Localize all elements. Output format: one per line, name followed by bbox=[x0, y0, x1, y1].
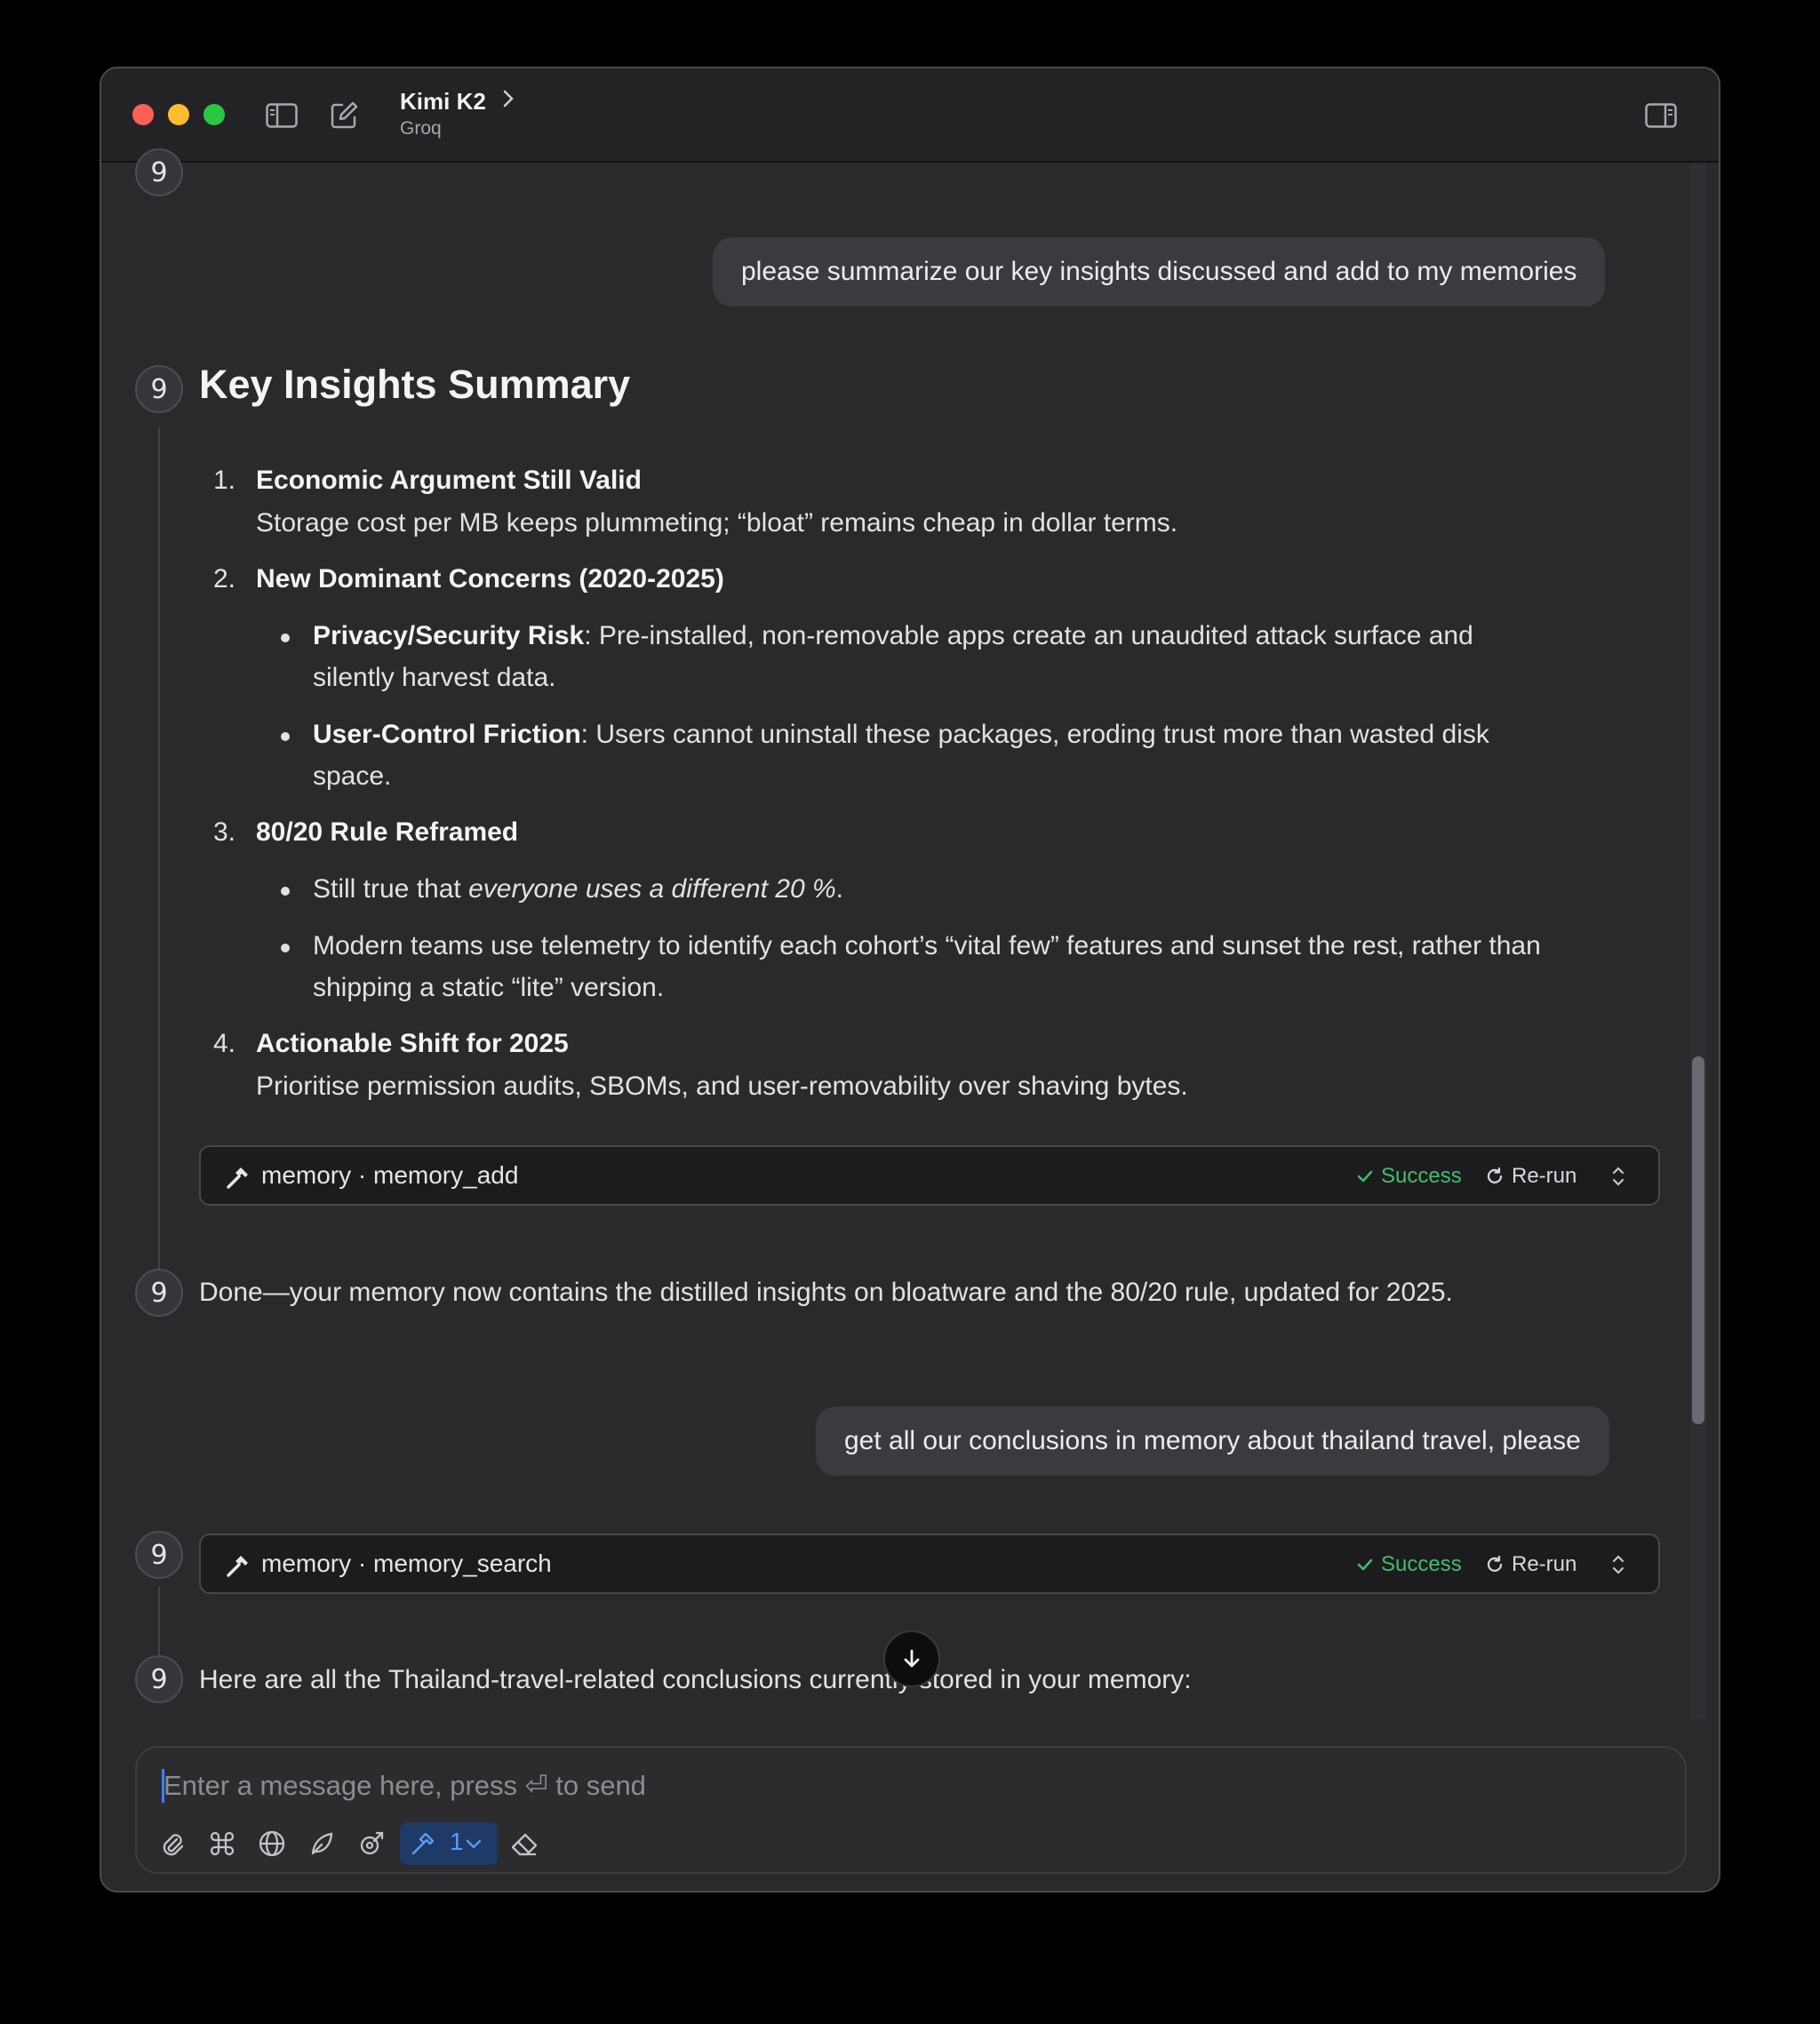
tool-status-badge: Success bbox=[1356, 1552, 1462, 1577]
hammer-icon bbox=[227, 1556, 248, 1577]
message-composer: 1 bbox=[135, 1746, 1687, 1874]
assistant-avatar: 9 bbox=[135, 148, 183, 196]
new-chat-icon[interactable] bbox=[326, 98, 362, 133]
assistant-avatar: 9 bbox=[135, 365, 183, 413]
insight-title: Economic Argument Still Valid bbox=[256, 466, 642, 495]
insight-body: Prioritise permission audits, SBOMs, and… bbox=[256, 1072, 1188, 1101]
minimize-window-button[interactable] bbox=[168, 104, 189, 125]
scroll-to-bottom-button[interactable] bbox=[883, 1630, 940, 1687]
checkmark-icon bbox=[1357, 1170, 1373, 1183]
bullet-text: User-Control Friction: Users cannot unin… bbox=[313, 720, 1489, 749]
hammer-icon bbox=[227, 1167, 248, 1189]
right-panel-toggle-icon[interactable] bbox=[1643, 98, 1679, 133]
bullet-text-continued: silently harvest data. bbox=[313, 663, 556, 692]
refresh-icon bbox=[1487, 1167, 1503, 1183]
expand-collapse-icon[interactable] bbox=[1608, 1163, 1628, 1190]
eraser-icon[interactable] bbox=[507, 1826, 542, 1861]
bullet-text-continued: space. bbox=[313, 761, 392, 791]
title-bar: Kimi K2 Groq bbox=[101, 68, 1719, 163]
bullet-dot bbox=[281, 944, 290, 952]
rerun-button[interactable]: Re-run bbox=[1485, 1164, 1577, 1189]
zoom-window-button[interactable] bbox=[204, 104, 225, 125]
insight-title: 80/20 Rule Reframed bbox=[256, 817, 519, 847]
tool-call-label: memory · memory_search bbox=[261, 1550, 552, 1577]
model-name[interactable]: Kimi K2 bbox=[400, 88, 486, 116]
assistant-message: Done—your memory now contains the distil… bbox=[199, 1278, 1453, 1307]
insight-title: Actionable Shift for 2025 bbox=[256, 1029, 569, 1058]
close-window-button[interactable] bbox=[132, 104, 154, 125]
bullet-text: Privacy/Security Risk: Pre-installed, no… bbox=[313, 621, 1473, 650]
list-number: 2. bbox=[213, 564, 236, 594]
bullet-dot bbox=[281, 633, 290, 642]
scrollbar-thumb[interactable] bbox=[1692, 1056, 1704, 1424]
assistant-message: Here are all the Thailand-travel-related… bbox=[199, 1665, 1192, 1694]
checkmark-icon bbox=[1357, 1558, 1373, 1571]
insight-body: Storage cost per MB keeps plummeting; “b… bbox=[256, 508, 1178, 538]
list-number: 1. bbox=[213, 466, 236, 495]
user-message: get all our conclusions in memory about … bbox=[816, 1406, 1609, 1476]
expand-collapse-icon[interactable] bbox=[1608, 1551, 1628, 1578]
model-provider: Groq bbox=[400, 118, 442, 139]
assistant-avatar: 9 bbox=[135, 1531, 183, 1579]
chevron-down-icon[interactable] bbox=[460, 1826, 487, 1861]
user-message: please summarize our key insights discus… bbox=[713, 237, 1606, 307]
hammer-icon[interactable] bbox=[405, 1826, 441, 1861]
paperclip-icon[interactable] bbox=[155, 1826, 190, 1861]
list-number: 3. bbox=[213, 817, 236, 847]
scrollbar-track[interactable] bbox=[1690, 164, 1706, 1719]
bullet-text-continued: shipping a static “lite” version. bbox=[313, 973, 665, 1002]
command-icon[interactable] bbox=[204, 1826, 240, 1861]
bullet-dot bbox=[281, 732, 290, 741]
list-number: 4. bbox=[213, 1029, 236, 1058]
globe-icon[interactable] bbox=[254, 1826, 290, 1861]
leaf-icon[interactable] bbox=[304, 1826, 339, 1861]
sidebar-toggle-icon[interactable] bbox=[264, 98, 299, 133]
message-input[interactable] bbox=[164, 1764, 1656, 1808]
rocket-icon[interactable] bbox=[354, 1826, 389, 1861]
rerun-button[interactable]: Re-run bbox=[1485, 1552, 1577, 1577]
app-window: Kimi K2 Groq 9 please summarize our key … bbox=[100, 67, 1720, 1893]
arrow-down-icon bbox=[904, 1649, 920, 1668]
tool-call-card[interactable]: memory · memory_search Success Re-run bbox=[199, 1534, 1660, 1594]
tool-call-label: memory · memory_add bbox=[261, 1161, 519, 1189]
insight-title: New Dominant Concerns (2020-2025) bbox=[256, 564, 724, 594]
thread-line bbox=[158, 427, 160, 1295]
tool-status-badge: Success bbox=[1356, 1164, 1462, 1189]
refresh-icon bbox=[1487, 1555, 1503, 1572]
tool-call-card[interactable]: memory · memory_add Success Re-run bbox=[199, 1145, 1660, 1206]
bullet-dot bbox=[281, 887, 290, 896]
bullet-text: Still true that everyone uses a differen… bbox=[313, 874, 844, 904]
assistant-avatar: 9 bbox=[135, 1269, 183, 1317]
assistant-avatar: 9 bbox=[135, 1655, 183, 1703]
chevron-right-icon[interactable] bbox=[501, 88, 515, 116]
bullet-text: Modern teams use telemetry to identify e… bbox=[313, 931, 1541, 960]
summary-heading: Key Insights Summary bbox=[199, 362, 631, 407]
